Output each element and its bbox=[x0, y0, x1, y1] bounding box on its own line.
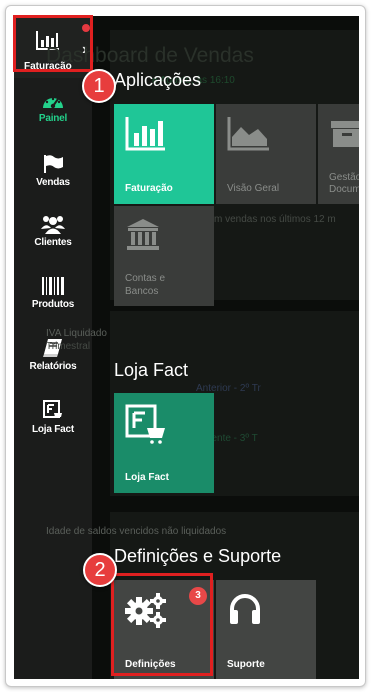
bar-chart-icon bbox=[125, 117, 165, 151]
sidebar-item-label: Painel bbox=[38, 113, 68, 124]
sidebar-item-painel[interactable]: Painel bbox=[14, 90, 92, 124]
app-tile-suporte[interactable]: Suporte bbox=[216, 580, 316, 679]
app-tile-label: Loja Fact bbox=[125, 472, 169, 483]
app-tile-label: Suporte bbox=[227, 659, 265, 670]
sidebar-item-label: Produtos bbox=[31, 299, 75, 310]
barcode-icon bbox=[42, 277, 64, 295]
archive-box-icon bbox=[331, 121, 359, 147]
gauge-icon bbox=[43, 97, 63, 109]
app-tile-faturacao[interactable]: Faturação bbox=[114, 104, 214, 204]
bg-sales-text: m vendas nos últimos 12 m bbox=[214, 214, 336, 225]
users-icon bbox=[41, 216, 65, 234]
flag-icon bbox=[44, 155, 63, 173]
section-aplicacoes-title: Aplicações bbox=[114, 70, 202, 90]
sidebar-item-label: Loja Fact bbox=[31, 424, 75, 435]
app-tile-gestao-documentos[interactable]: Gestão Docum bbox=[318, 104, 359, 204]
highlight-faturacao bbox=[13, 15, 93, 72]
sidebar-item-label: Vendas bbox=[36, 177, 70, 188]
app-tile-label: Faturação bbox=[125, 183, 173, 194]
app-tile-contas-bancos[interactable]: Contas e Bancos bbox=[114, 206, 214, 306]
step-callout-1: 1 bbox=[82, 69, 116, 103]
sidebar-item-vendas[interactable]: Vendas bbox=[14, 154, 92, 188]
sidebar-item-label: Clientes bbox=[34, 237, 72, 248]
app-tile-label: Contas e Bancos bbox=[125, 273, 166, 297]
section-loja-fact-title: Loja Fact bbox=[114, 360, 189, 380]
bg-idade: Idade de saldos vencidos não liquidados bbox=[46, 526, 227, 537]
bg-iva-title: IVA Liquidado bbox=[46, 328, 107, 339]
screenshot-frame: Faturação › Painel Vendas Clientes Produ… bbox=[5, 5, 366, 687]
sidebar-item-clientes[interactable]: Clientes bbox=[14, 214, 92, 248]
store-icon bbox=[43, 400, 62, 418]
app-tile-label: Gestão Docum bbox=[329, 172, 359, 195]
bank-icon bbox=[127, 219, 159, 250]
section-definicoes-title: Definições e Suporte bbox=[114, 546, 282, 566]
sidebar-item-loja-fact[interactable]: Loja Fact bbox=[14, 399, 92, 435]
app-tile-visao-geral[interactable]: Visão Geral bbox=[216, 104, 316, 204]
headphones-icon bbox=[230, 594, 260, 624]
app-tile-label: Visão Geral bbox=[227, 183, 280, 194]
app-tile-loja-fact[interactable]: Loja Fact bbox=[114, 393, 214, 493]
step-callout-2: 2 bbox=[83, 553, 117, 587]
area-chart-icon bbox=[227, 117, 269, 151]
sidebar-item-label: Relatórios bbox=[29, 361, 77, 372]
store-icon bbox=[125, 404, 165, 444]
highlight-definicoes bbox=[111, 573, 213, 676]
bg-iva-sub: Trimestral bbox=[46, 341, 91, 352]
sidebar-item-produtos[interactable]: Produtos bbox=[14, 276, 92, 310]
